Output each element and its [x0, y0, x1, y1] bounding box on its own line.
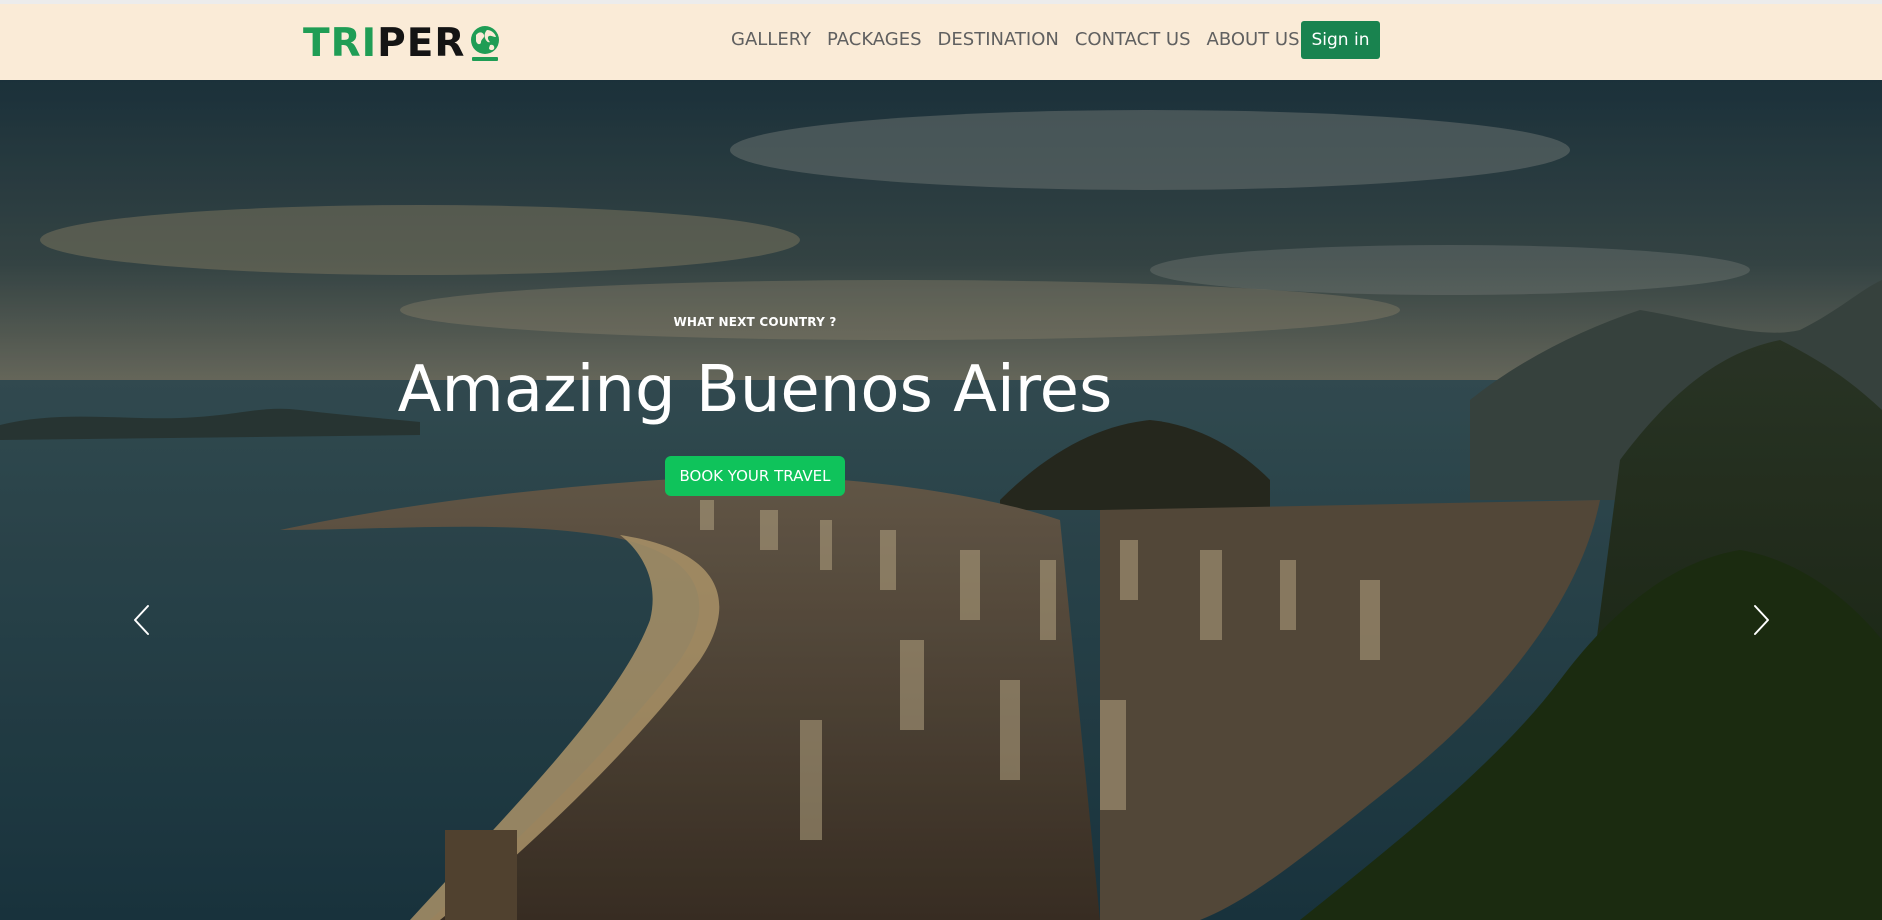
- chevron-left-icon: [128, 595, 158, 645]
- carousel-prev-button[interactable]: [128, 595, 158, 645]
- page: TRIPER GALLERY PACKAGES DESTINATION CONT…: [0, 0, 1882, 920]
- carousel-next-button[interactable]: [1745, 595, 1775, 645]
- sign-in-button[interactable]: Sign in: [1301, 21, 1380, 59]
- hero-overlay: [0, 80, 1882, 920]
- hero-kicker: WHAT NEXT COUNTRY ?: [673, 315, 837, 329]
- hero-carousel: WHAT NEXT COUNTRY ? Amazing Buenos Aires…: [0, 80, 1882, 920]
- hero-caption: WHAT NEXT COUNTRY ? Amazing Buenos Aires…: [355, 314, 1155, 496]
- nav-gallery[interactable]: GALLERY: [731, 29, 811, 50]
- brand-logo-link[interactable]: TRIPER: [303, 22, 502, 66]
- nav-contact-us[interactable]: CONTACT US: [1075, 29, 1191, 50]
- nav-packages[interactable]: PACKAGES: [827, 29, 922, 50]
- nav-about-us[interactable]: ABOUT US: [1207, 29, 1300, 50]
- navbar: TRIPER GALLERY PACKAGES DESTINATION CONT…: [0, 4, 1882, 80]
- brand-name-per: PER: [377, 21, 466, 66]
- brand-name-tri: TRI: [303, 21, 378, 66]
- globe-icon: [468, 24, 502, 64]
- book-travel-button[interactable]: BOOK YOUR TRAVEL: [665, 456, 845, 496]
- nav-destination[interactable]: DESTINATION: [938, 29, 1059, 50]
- hero-title: Amazing Buenos Aires: [397, 353, 1113, 427]
- main-nav: GALLERY PACKAGES DESTINATION CONTACT US …: [731, 26, 1316, 52]
- brand-name: TRIPER: [303, 22, 465, 66]
- chevron-right-icon: [1745, 595, 1775, 645]
